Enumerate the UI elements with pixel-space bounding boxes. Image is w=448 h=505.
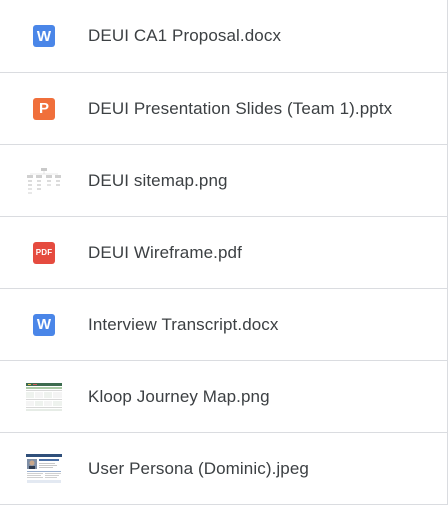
file-name: DEUI Presentation Slides (Team 1).pptx <box>88 98 393 118</box>
file-icon-container <box>0 433 88 504</box>
file-row-deui-presentation-slides[interactable]: P DEUI Presentation Slides (Team 1).pptx <box>0 73 447 145</box>
file-name: User Persona (Dominic).jpeg <box>88 458 309 478</box>
file-icon-container: W <box>0 0 88 72</box>
persona-thumbnail <box>26 453 62 484</box>
file-row-interview-transcript[interactable]: W Interview Transcript.docx <box>0 289 447 361</box>
file-name: DEUI Wireframe.pdf <box>88 242 242 262</box>
file-row-deui-sitemap[interactable]: DEUI sitemap.png <box>0 145 447 217</box>
journey-map-thumbnail <box>26 381 62 412</box>
file-name: DEUI sitemap.png <box>88 170 228 190</box>
file-row-user-persona-dominic[interactable]: User Persona (Dominic).jpeg <box>0 433 447 505</box>
file-row-kloop-journey-map[interactable]: Kloop Journey Map.png <box>0 361 447 433</box>
powerpoint-icon: P <box>33 97 55 120</box>
file-name: Kloop Journey Map.png <box>88 386 270 406</box>
file-name: Interview Transcript.docx <box>88 314 279 334</box>
word-icon: W <box>33 313 55 336</box>
file-list: W DEUI CA1 Proposal.docx P DEUI Presenta… <box>0 0 448 505</box>
word-icon: W <box>33 25 55 47</box>
file-row-deui-wireframe[interactable]: PDF DEUI Wireframe.pdf <box>0 217 447 289</box>
file-icon-container: W <box>0 289 88 360</box>
file-icon-container: P <box>0 73 88 144</box>
file-icon-container <box>0 145 88 216</box>
file-icon-container <box>0 361 88 432</box>
file-row-deui-ca1-proposal[interactable]: W DEUI CA1 Proposal.docx <box>0 0 447 73</box>
file-icon-container: PDF <box>0 217 88 288</box>
file-name: DEUI CA1 Proposal.docx <box>88 26 282 45</box>
sitemap-thumbnail <box>26 165 62 196</box>
pdf-icon: PDF <box>33 241 55 264</box>
